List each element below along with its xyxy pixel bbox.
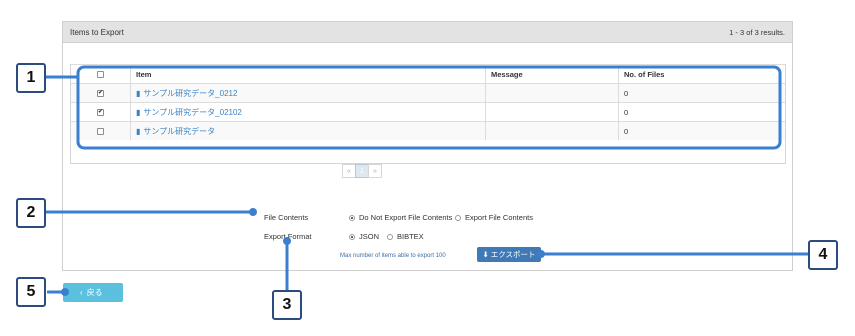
file-icon: ▮	[136, 126, 141, 136]
items-to-export-panel: Items to Export 1 - 3 of 3 results. Item…	[62, 21, 793, 271]
file-icon: ▮	[136, 107, 141, 117]
prev-page-button[interactable]: «	[342, 164, 356, 178]
max-items-note: Max number of items able to export 100	[340, 253, 446, 259]
file-contents-label: File Contents	[264, 213, 309, 222]
row-checkbox[interactable]: ✔	[97, 108, 104, 116]
export-button-label: エクスポート	[490, 250, 536, 259]
do-not-export-label: Do Not Export File Contents	[359, 213, 453, 222]
item-link[interactable]: サンプル研究データ_02102	[143, 107, 241, 118]
back-button-label: 戻る	[86, 288, 103, 297]
radio-selected-icon	[349, 214, 355, 221]
row-message	[486, 122, 619, 140]
export-file-contents-radio[interactable]: Export File Contents	[455, 213, 533, 222]
table-header-row: Item Message No. of Files	[71, 64, 785, 83]
json-radio[interactable]: JSON	[349, 232, 379, 241]
file-icon: ▮	[136, 88, 141, 98]
callout-3: 3	[272, 290, 302, 320]
row-files: 0	[624, 88, 629, 98]
callout-4: 4	[808, 240, 838, 270]
results-count: 1 - 3 of 3 results.	[729, 27, 785, 37]
row-checkbox[interactable]: ✔	[97, 89, 104, 97]
table-row: ▮ サンプル研究データ 0	[71, 121, 785, 140]
column-header-item: Item	[131, 65, 486, 83]
page-1-button[interactable]: 1	[355, 164, 369, 178]
radio-icon	[455, 214, 461, 221]
back-button[interactable]: ‹ 戻る	[63, 283, 123, 302]
item-link[interactable]: サンプル研究データ_0212	[143, 88, 237, 99]
panel-header: Items to Export 1 - 3 of 3 results.	[63, 22, 792, 43]
bibtex-radio[interactable]: BIBTEX	[387, 232, 424, 241]
table-row: ✔ ▮ サンプル研究データ_02102 0	[71, 102, 785, 121]
row-message	[486, 84, 619, 102]
items-table: Item Message No. of Files ✔ ▮ サンプル研究データ_…	[70, 64, 786, 164]
row-message	[486, 103, 619, 121]
row-checkbox[interactable]	[97, 127, 104, 135]
download-icon: ⬇	[482, 250, 489, 259]
row-files: 0	[624, 126, 629, 136]
radio-selected-icon	[349, 233, 355, 240]
do-not-export-radio[interactable]: Do Not Export File Contents	[349, 213, 452, 222]
radio-icon	[387, 233, 393, 240]
json-label: JSON	[359, 232, 380, 241]
export-file-contents-label: Export File Contents	[465, 213, 533, 222]
callout-2: 2	[16, 198, 46, 228]
callout-1: 1	[16, 63, 46, 93]
bibtex-label: BIBTEX	[397, 232, 424, 241]
select-all-checkbox[interactable]	[97, 70, 104, 78]
item-link[interactable]: サンプル研究データ	[143, 126, 215, 137]
table-row: ✔ ▮ サンプル研究データ_0212 0	[71, 83, 785, 102]
panel-title: Items to Export	[70, 27, 124, 37]
callout-5: 5	[16, 277, 46, 307]
column-header-files: No. of Files	[624, 69, 665, 79]
column-header-message: Message	[486, 65, 619, 83]
pagination: « 1 »	[342, 164, 382, 178]
chevron-left-icon: ‹	[80, 288, 83, 297]
next-page-button[interactable]: »	[368, 164, 382, 178]
export-button[interactable]: ⬇ エクスポート	[477, 247, 541, 262]
export-format-label: Export Format	[264, 232, 312, 241]
row-files: 0	[624, 107, 629, 117]
